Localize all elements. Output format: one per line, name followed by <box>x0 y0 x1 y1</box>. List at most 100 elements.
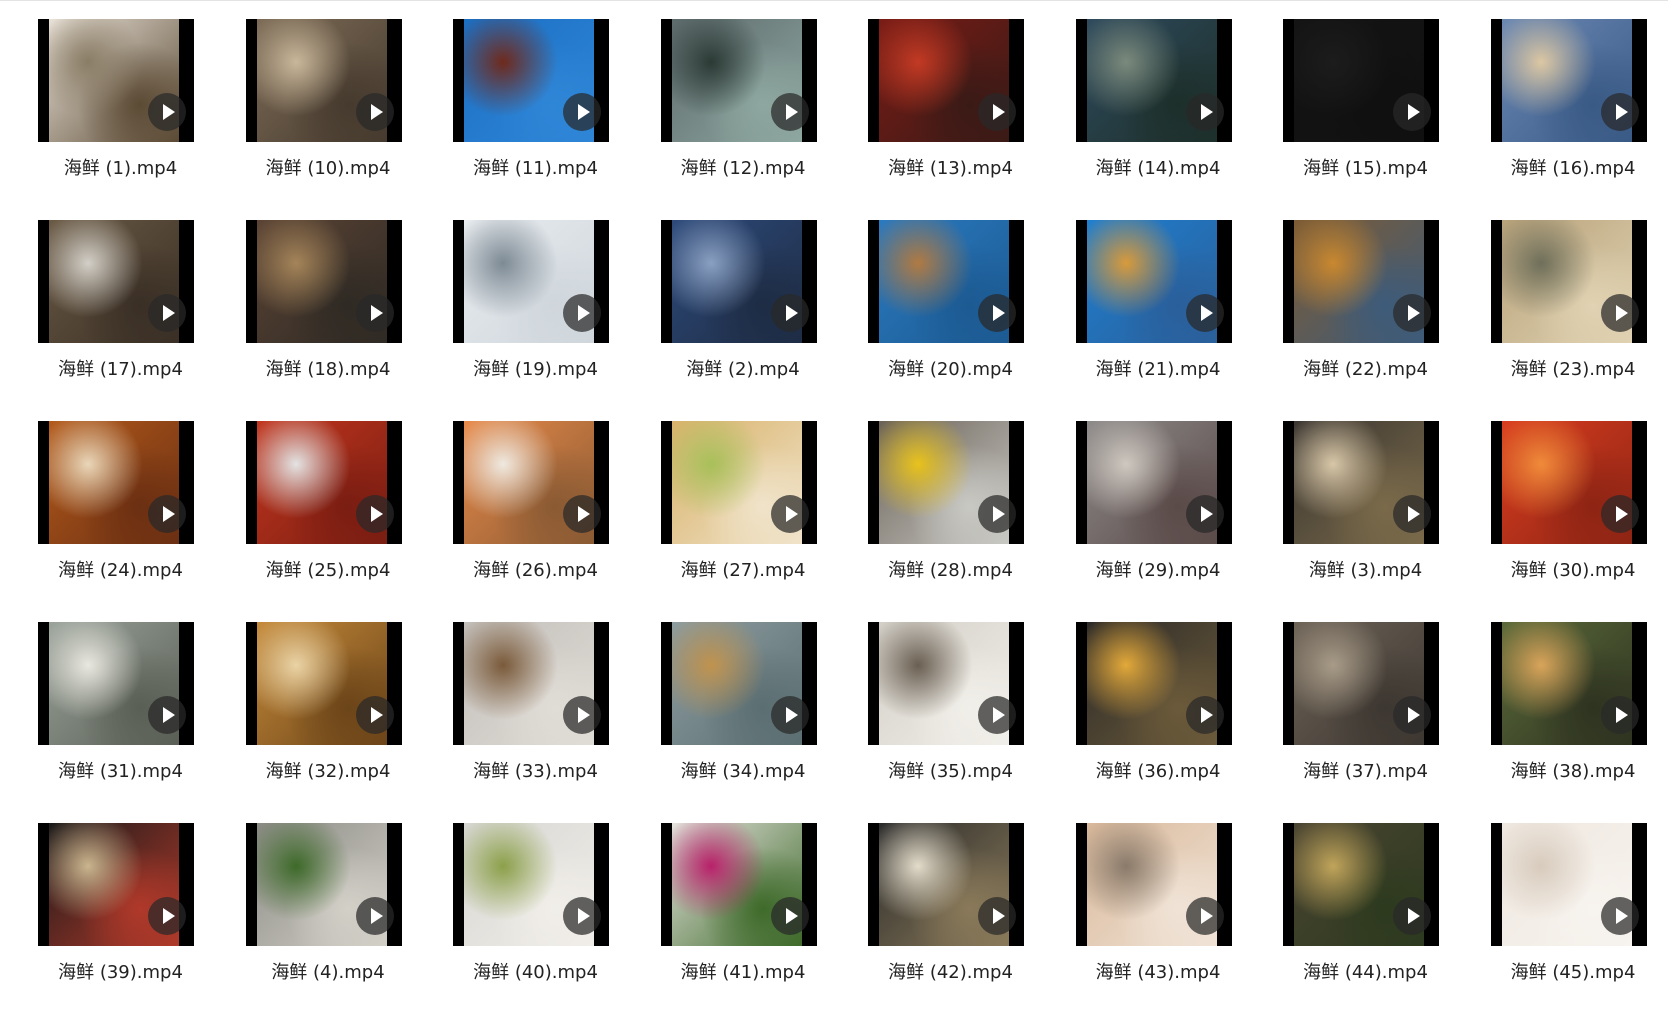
file-item[interactable]: 海鲜 (29).mp4 <box>1046 421 1254 622</box>
file-item[interactable]: 海鲜 (30).mp4 <box>1461 421 1668 622</box>
video-thumbnail[interactable] <box>246 823 402 946</box>
file-item[interactable]: 海鲜 (37).mp4 <box>1253 622 1461 823</box>
file-item[interactable]: 海鲜 (41).mp4 <box>631 823 839 1024</box>
play-icon <box>771 294 809 332</box>
file-item[interactable]: 海鲜 (11).mp4 <box>423 19 631 220</box>
video-thumbnail[interactable] <box>38 19 194 142</box>
video-thumbnail[interactable] <box>1491 19 1647 142</box>
video-thumbnail[interactable] <box>453 421 609 544</box>
video-thumbnail[interactable] <box>868 622 1024 745</box>
file-item[interactable]: 海鲜 (45).mp4 <box>1461 823 1668 1024</box>
video-thumbnail[interactable] <box>868 823 1024 946</box>
file-item[interactable]: 海鲜 (31).mp4 <box>8 622 216 823</box>
file-item[interactable]: 海鲜 (27).mp4 <box>631 421 839 622</box>
video-thumbnail[interactable] <box>1491 220 1647 343</box>
video-thumbnail[interactable] <box>38 823 194 946</box>
play-icon <box>356 495 394 533</box>
file-item[interactable]: 海鲜 (36).mp4 <box>1046 622 1254 823</box>
file-item[interactable]: 海鲜 (32).mp4 <box>216 622 424 823</box>
play-icon <box>563 294 601 332</box>
file-item[interactable]: 海鲜 (12).mp4 <box>631 19 839 220</box>
video-thumbnail[interactable] <box>1283 421 1439 544</box>
video-thumbnail[interactable] <box>453 19 609 142</box>
video-thumbnail[interactable] <box>1076 823 1232 946</box>
video-thumbnail[interactable] <box>246 19 402 142</box>
video-thumbnail[interactable] <box>453 220 609 343</box>
file-name: 海鲜 (41).mp4 <box>631 958 856 984</box>
file-item[interactable]: 海鲜 (2).mp4 <box>631 220 839 421</box>
video-thumbnail[interactable] <box>1491 823 1647 946</box>
file-name: 海鲜 (14).mp4 <box>1046 154 1271 180</box>
video-thumbnail[interactable] <box>246 421 402 544</box>
video-thumbnail[interactable] <box>453 823 609 946</box>
video-thumbnail[interactable] <box>1076 19 1232 142</box>
video-thumbnail[interactable] <box>868 19 1024 142</box>
file-name: 海鲜 (18).mp4 <box>216 355 441 381</box>
file-item[interactable]: 海鲜 (17).mp4 <box>8 220 216 421</box>
file-item[interactable]: 海鲜 (22).mp4 <box>1253 220 1461 421</box>
video-thumbnail[interactable] <box>246 220 402 343</box>
play-icon <box>1601 696 1639 734</box>
video-thumbnail[interactable] <box>661 421 817 544</box>
play-icon <box>771 93 809 131</box>
play-icon <box>563 495 601 533</box>
file-name: 海鲜 (38).mp4 <box>1461 757 1668 783</box>
video-thumbnail[interactable] <box>868 220 1024 343</box>
video-thumbnail[interactable] <box>661 823 817 946</box>
video-thumbnail[interactable] <box>38 220 194 343</box>
file-item[interactable]: 海鲜 (38).mp4 <box>1461 622 1668 823</box>
video-thumbnail[interactable] <box>246 622 402 745</box>
file-item[interactable]: 海鲜 (13).mp4 <box>838 19 1046 220</box>
video-thumbnail[interactable] <box>1283 823 1439 946</box>
video-thumbnail[interactable] <box>1076 220 1232 343</box>
video-thumbnail[interactable] <box>1283 220 1439 343</box>
file-item[interactable]: 海鲜 (43).mp4 <box>1046 823 1254 1024</box>
file-item[interactable]: 海鲜 (15).mp4 <box>1253 19 1461 220</box>
play-icon <box>1393 696 1431 734</box>
file-item[interactable]: 海鲜 (39).mp4 <box>8 823 216 1024</box>
video-thumbnail[interactable] <box>1491 421 1647 544</box>
file-item[interactable]: 海鲜 (1).mp4 <box>8 19 216 220</box>
video-thumbnail[interactable] <box>1283 622 1439 745</box>
file-item[interactable]: 海鲜 (23).mp4 <box>1461 220 1668 421</box>
file-item[interactable]: 海鲜 (21).mp4 <box>1046 220 1254 421</box>
play-icon <box>356 294 394 332</box>
play-icon <box>356 696 394 734</box>
video-thumbnail[interactable] <box>1491 622 1647 745</box>
video-thumbnail[interactable] <box>1283 19 1439 142</box>
file-item[interactable]: 海鲜 (33).mp4 <box>423 622 631 823</box>
file-item[interactable]: 海鲜 (25).mp4 <box>216 421 424 622</box>
file-item[interactable]: 海鲜 (19).mp4 <box>423 220 631 421</box>
video-thumbnail[interactable] <box>453 622 609 745</box>
video-thumbnail[interactable] <box>38 421 194 544</box>
file-item[interactable]: 海鲜 (26).mp4 <box>423 421 631 622</box>
video-thumbnail[interactable] <box>868 421 1024 544</box>
file-item[interactable]: 海鲜 (16).mp4 <box>1461 19 1668 220</box>
video-thumbnail[interactable] <box>38 622 194 745</box>
play-icon <box>148 495 186 533</box>
play-icon <box>771 495 809 533</box>
video-thumbnail[interactable] <box>661 622 817 745</box>
video-thumbnail[interactable] <box>661 19 817 142</box>
file-item[interactable]: 海鲜 (20).mp4 <box>838 220 1046 421</box>
file-item[interactable]: 海鲜 (3).mp4 <box>1253 421 1461 622</box>
file-item[interactable]: 海鲜 (24).mp4 <box>8 421 216 622</box>
file-item[interactable]: 海鲜 (4).mp4 <box>216 823 424 1024</box>
play-icon <box>771 696 809 734</box>
file-item[interactable]: 海鲜 (14).mp4 <box>1046 19 1254 220</box>
play-icon <box>1186 897 1224 935</box>
play-icon <box>356 897 394 935</box>
file-item[interactable]: 海鲜 (42).mp4 <box>838 823 1046 1024</box>
file-item[interactable]: 海鲜 (28).mp4 <box>838 421 1046 622</box>
file-name: 海鲜 (44).mp4 <box>1253 958 1478 984</box>
file-item[interactable]: 海鲜 (10).mp4 <box>216 19 424 220</box>
video-thumbnail[interactable] <box>1076 622 1232 745</box>
file-item[interactable]: 海鲜 (18).mp4 <box>216 220 424 421</box>
file-item[interactable]: 海鲜 (40).mp4 <box>423 823 631 1024</box>
video-thumbnail[interactable] <box>661 220 817 343</box>
file-item[interactable]: 海鲜 (35).mp4 <box>838 622 1046 823</box>
play-icon <box>1601 897 1639 935</box>
file-item[interactable]: 海鲜 (44).mp4 <box>1253 823 1461 1024</box>
video-thumbnail[interactable] <box>1076 421 1232 544</box>
file-item[interactable]: 海鲜 (34).mp4 <box>631 622 839 823</box>
